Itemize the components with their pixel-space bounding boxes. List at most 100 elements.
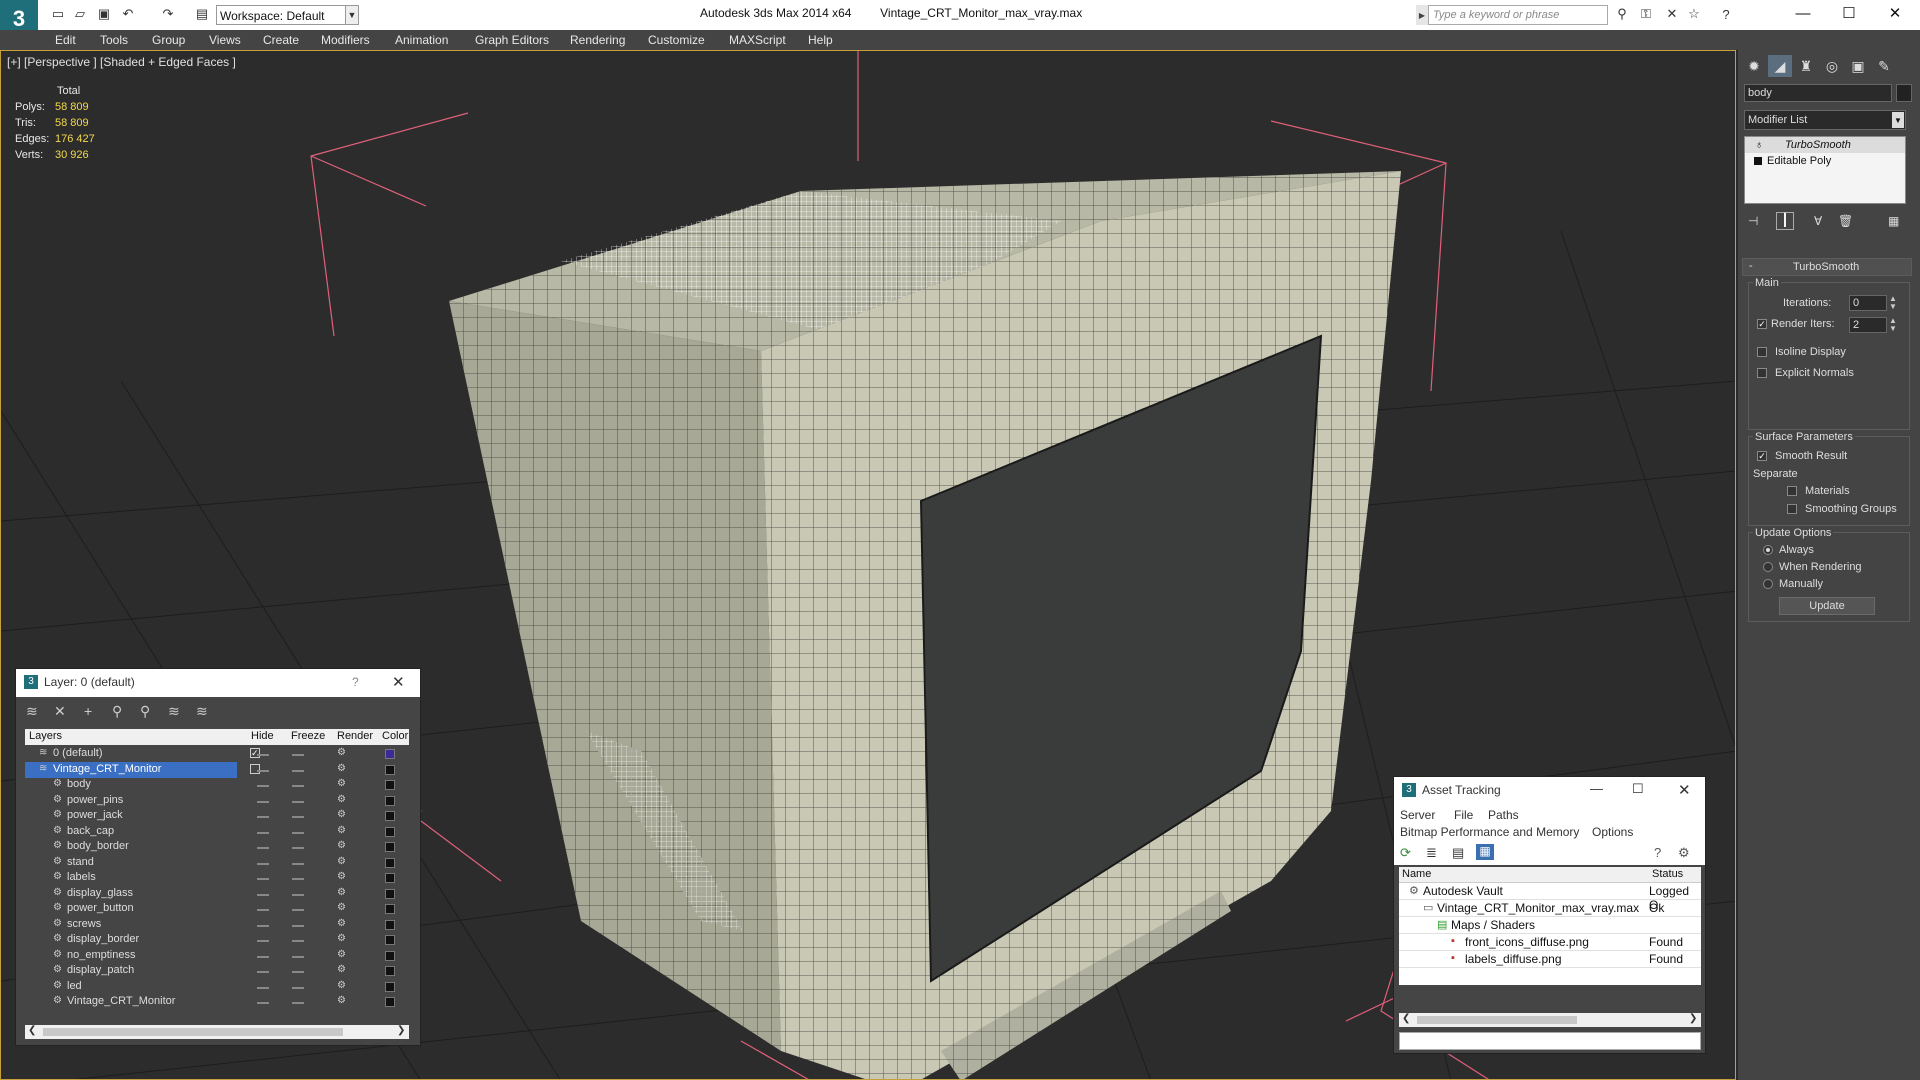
render-teapot-icon[interactable]: ⚙	[337, 840, 346, 851]
layer-row[interactable]: ⚙ screws ⚙	[25, 917, 409, 933]
update-button[interactable]: Update	[1779, 597, 1875, 615]
render-teapot-icon[interactable]: ⚙	[337, 995, 346, 1006]
menu-help[interactable]: Help	[808, 30, 833, 50]
freeze-toggle[interactable]	[292, 847, 304, 849]
hide-toggle[interactable]	[257, 971, 269, 973]
render-teapot-icon[interactable]: ⚙	[337, 747, 346, 758]
explicit-normals-checkbox[interactable]	[1757, 368, 1767, 378]
thumbnail-view-icon[interactable]: ▤	[1452, 845, 1464, 861]
menu-tools[interactable]: Tools	[100, 30, 128, 50]
new-layer-icon[interactable]: ≋	[26, 703, 38, 720]
layer-row[interactable]: ⚙ display_border ⚙	[25, 932, 409, 948]
menu-edit[interactable]: Edit	[55, 30, 76, 50]
freeze-toggle[interactable]	[292, 754, 304, 756]
freeze-toggle[interactable]	[292, 955, 304, 958]
layer-row[interactable]: ⚙ stand ⚙	[25, 855, 409, 871]
render-iters-checkbox[interactable]: ✓	[1757, 319, 1767, 329]
render-teapot-icon[interactable]: ⚙	[337, 794, 346, 805]
help-icon[interactable]: ?	[352, 675, 359, 689]
freeze-toggle[interactable]	[292, 971, 304, 973]
stack-item-editable-poly[interactable]: Editable Poly	[1745, 153, 1905, 169]
col-status[interactable]: Status	[1652, 868, 1683, 880]
layer-color-swatch[interactable]	[385, 780, 395, 790]
hide-toggle[interactable]	[257, 940, 269, 942]
col-layers[interactable]: Layers	[29, 730, 62, 742]
open-file-icon[interactable]: ▱	[72, 6, 88, 22]
layer-row[interactable]: ⚙ display_glass ⚙	[25, 886, 409, 902]
maximize-icon[interactable]: ☐	[1632, 781, 1644, 797]
current-layer-checkbox[interactable]: ✓	[250, 748, 260, 758]
close-icon[interactable]: ✕	[1872, 0, 1918, 26]
asset-row[interactable]: ⚙ Autodesk Vault Logged O	[1399, 883, 1701, 912]
motion-tab-icon[interactable]: ◎	[1820, 55, 1844, 77]
render-teapot-icon[interactable]: ⚙	[337, 980, 346, 991]
layer-color-swatch[interactable]	[385, 919, 395, 930]
select-in-layer-icon[interactable]: ⚲	[112, 703, 122, 720]
subscription-icon[interactable]: ✕	[1664, 6, 1680, 22]
remove-modifier-icon[interactable]: 🗑	[1838, 214, 1853, 228]
scroll-left-icon[interactable]: ❮	[1402, 1013, 1410, 1024]
make-unique-icon[interactable]: ∀	[1814, 214, 1822, 228]
hide-toggle[interactable]	[257, 878, 269, 880]
freeze-toggle[interactable]	[292, 785, 304, 787]
menu-animation[interactable]: Animation	[395, 30, 448, 50]
communication-center-icon[interactable]: ⚿	[1638, 6, 1654, 22]
layer-row[interactable]: ⚙ labels ⚙	[25, 870, 409, 886]
close-icon[interactable]: ✕	[1678, 781, 1691, 799]
configure-sets-icon[interactable]: ▦	[1888, 214, 1899, 228]
hide-toggle[interactable]	[257, 847, 269, 849]
binoculars-icon[interactable]: ⚲	[1614, 6, 1630, 22]
col-freeze[interactable]: Freeze	[291, 730, 325, 742]
hide-toggle[interactable]	[257, 1002, 269, 1004]
col-render[interactable]: Render	[337, 730, 373, 742]
layer-row[interactable]: ≋ Vintage_CRT_Monitor ⚙	[25, 761, 395, 778]
layer-color-swatch[interactable]	[385, 888, 395, 899]
layer-color-swatch[interactable]	[385, 842, 395, 852]
iterations-spinner[interactable]: 0	[1849, 295, 1887, 311]
hide-toggle[interactable]	[257, 986, 269, 989]
layer-color-swatch[interactable]	[385, 904, 395, 914]
layer-color-swatch[interactable]	[385, 826, 395, 837]
undo-icon[interactable]: ↶	[120, 6, 136, 22]
layer-row[interactable]: ⚙ power_pins ⚙	[25, 793, 409, 809]
display-tab-icon[interactable]: ▣	[1846, 55, 1870, 77]
horizontal-scrollbar[interactable]: ❮ ❯	[25, 1025, 409, 1039]
menu-paths[interactable]: Paths	[1488, 808, 1519, 822]
hide-toggle[interactable]	[257, 754, 269, 756]
hide-toggle[interactable]	[257, 816, 269, 818]
menu-modifiers[interactable]: Modifiers	[321, 30, 370, 50]
layer-color-swatch[interactable]	[385, 935, 395, 945]
asset-row[interactable]: ▭ Vintage_CRT_Monitor_max_vray.max Ok	[1399, 900, 1701, 917]
layer-color-swatch[interactable]	[385, 997, 395, 1007]
hide-toggle[interactable]	[257, 924, 269, 927]
hide-toggle[interactable]	[257, 800, 269, 803]
layer-row[interactable]: ⚙ power_jack ⚙	[25, 808, 409, 824]
col-name[interactable]: Name	[1402, 868, 1431, 880]
asset-row[interactable]: ▤ Maps / Shaders	[1399, 917, 1701, 934]
asset-window-titlebar[interactable]: 3 Asset Tracking — ☐ ✕	[1394, 777, 1705, 805]
close-icon[interactable]: ✕	[392, 673, 405, 691]
layer-row[interactable]: ≋ 0 (default) ✓ ⚙	[25, 746, 409, 762]
layer-color-swatch[interactable]	[385, 857, 395, 868]
hide-toggle[interactable]	[257, 769, 269, 772]
isoline-display-checkbox[interactable]	[1757, 347, 1767, 357]
menu-rendering[interactable]: Rendering	[570, 30, 625, 50]
refresh-icon[interactable]: ⟳	[1400, 845, 1411, 861]
manually-radio[interactable]	[1763, 579, 1773, 589]
scroll-thumb[interactable]	[1417, 1016, 1577, 1024]
menu-views[interactable]: Views	[209, 30, 241, 50]
layer-color-swatch[interactable]	[385, 811, 395, 821]
layer-color-swatch[interactable]	[385, 749, 395, 759]
menu-options[interactable]: Options	[1592, 825, 1633, 839]
freeze-toggle[interactable]	[292, 1002, 304, 1004]
chevron-down-icon[interactable]: ▼	[345, 5, 359, 25]
render-teapot-icon[interactable]: ⚙	[337, 933, 346, 944]
render-teapot-icon[interactable]: ⚙	[337, 825, 346, 836]
hide-toggle[interactable]	[257, 909, 269, 911]
chevron-down-icon[interactable]: ▼	[1892, 112, 1904, 128]
render-teapot-icon[interactable]: ⚙	[337, 918, 346, 929]
add-to-layer-icon[interactable]: +	[84, 703, 92, 719]
hide-toggle[interactable]	[257, 785, 269, 787]
render-teapot-icon[interactable]: ⚙	[337, 871, 346, 882]
stack-item-turbosmooth[interactable]: ♁ TurboSmooth	[1745, 137, 1905, 153]
